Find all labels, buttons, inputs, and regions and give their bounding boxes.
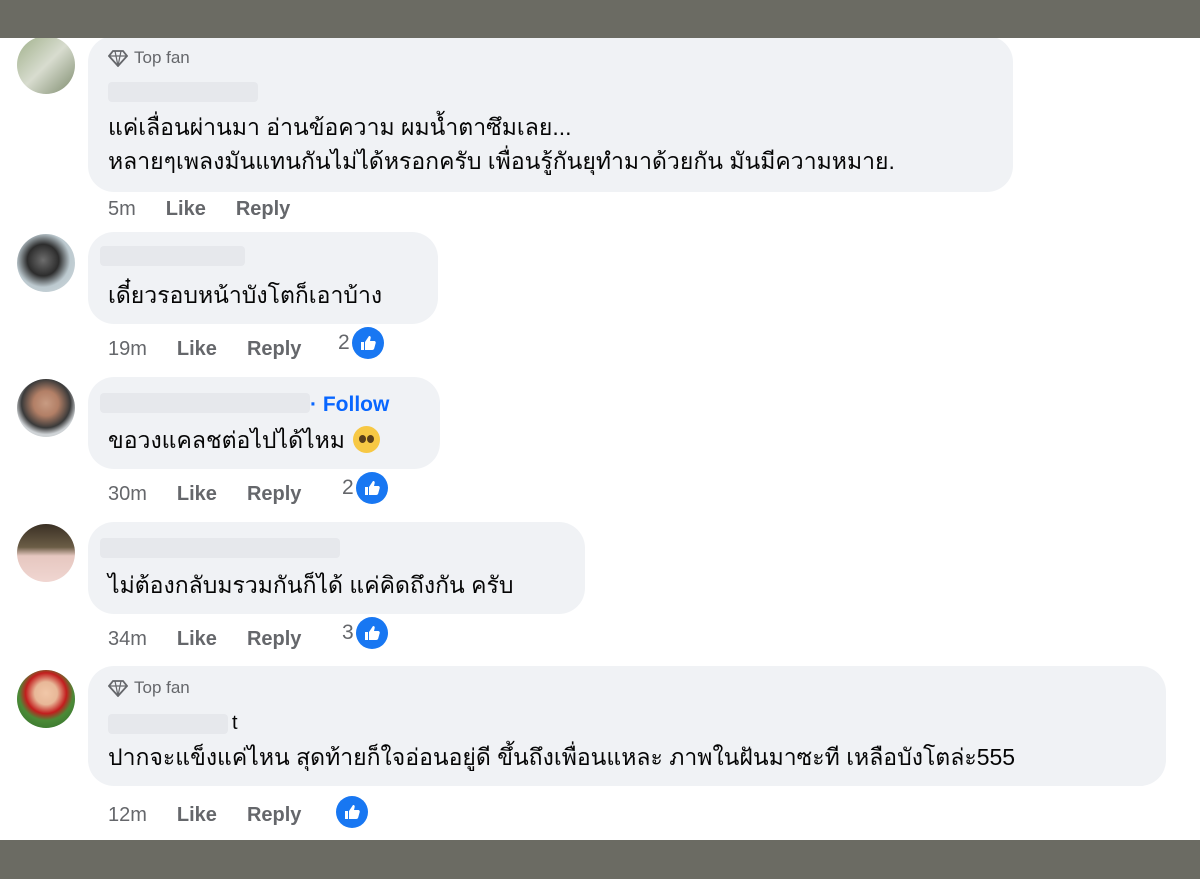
reply-button[interactable]: Reply	[247, 483, 301, 506]
like-button[interactable]: Like	[177, 628, 217, 651]
timestamp[interactable]: 12m	[108, 804, 147, 827]
comment-bubble: Top fan แค่เลื่อนผ่านมา อ่านข้อความ ผมน้…	[88, 38, 1013, 192]
author-name[interactable]	[100, 246, 245, 266]
thumbs-up-icon	[355, 617, 388, 649]
like-button[interactable]: Like	[177, 483, 217, 506]
author-name[interactable]	[108, 714, 228, 734]
comment-text: แค่เลื่อนผ่านมา อ่านข้อความ ผมน้ำตาซึมเล…	[108, 114, 895, 174]
follow-button[interactable]: · Follow	[310, 393, 389, 417]
reply-button[interactable]: Reply	[236, 198, 290, 221]
comment-actions: 19m Like Reply	[108, 334, 301, 364]
timestamp[interactable]: 34m	[108, 628, 147, 651]
comment-bubble: เดี๋ยวรอบหน้าบังโตก็เอาบ้าง	[88, 232, 438, 324]
reaction-count[interactable]: 2	[342, 472, 388, 504]
diamond-icon	[108, 680, 128, 697]
comment-text: ไม่ต้องกลับมรวมกันก็ได้ แค่คิดถึงกัน ครั…	[108, 572, 514, 598]
timestamp[interactable]: 19m	[108, 338, 147, 361]
avatar[interactable]	[17, 379, 75, 437]
diamond-icon	[108, 50, 128, 67]
comment-actions: 34m Like Reply	[108, 624, 301, 654]
avatar[interactable]	[17, 670, 75, 728]
reply-button[interactable]: Reply	[247, 338, 301, 361]
author-name-fragment: t	[232, 712, 238, 734]
reaction-icon[interactable]	[336, 796, 368, 828]
comment-actions: 12m Like Reply	[108, 800, 301, 830]
top-fan-badge: Top fan	[108, 48, 190, 68]
like-button[interactable]: Like	[177, 804, 217, 827]
avatar[interactable]	[17, 234, 75, 292]
avatar[interactable]	[17, 524, 75, 582]
thumbs-up-icon	[336, 796, 368, 828]
comment-bubble: ไม่ต้องกลับมรวมกันก็ได้ แค่คิดถึงกัน ครั…	[88, 522, 585, 614]
comment-actions: 5m Like Reply	[108, 194, 290, 224]
comment-text: เดี๋ยวรอบหน้าบังโตก็เอาบ้าง	[108, 282, 383, 308]
reply-button[interactable]: Reply	[247, 628, 301, 651]
comment-text: ปากจะแข็งแค่ไหน สุดท้ายก็ใจอ่อนอยู่ดี ขึ…	[108, 744, 1016, 770]
author-name[interactable]	[108, 82, 258, 102]
reaction-count[interactable]: 3	[342, 617, 388, 649]
timestamp[interactable]: 5m	[108, 198, 136, 221]
avatar[interactable]	[17, 38, 75, 94]
comment-bubble: · Follow ขอวงแคลชต่อไปได้ไหม	[88, 377, 440, 469]
badge-label: Top fan	[134, 48, 190, 67]
badge-label: Top fan	[134, 678, 190, 697]
thumbs-up-icon	[355, 472, 388, 504]
author-name[interactable]	[100, 538, 340, 558]
like-button[interactable]: Like	[177, 338, 217, 361]
comment-bubble: Top fan t ปากจะแข็งแค่ไหน สุดท้ายก็ใจอ่อ…	[88, 666, 1166, 786]
author-name[interactable]	[100, 393, 310, 413]
pleading-face-icon	[352, 426, 380, 453]
reply-button[interactable]: Reply	[247, 804, 301, 827]
thumbs-up-icon	[351, 327, 384, 359]
comment-thread: Top fan แค่เลื่อนผ่านมา อ่านข้อความ ผมน้…	[0, 38, 1200, 840]
top-fan-badge: Top fan	[108, 678, 190, 698]
comment-text: ขอวงแคลชต่อไปได้ไหม	[108, 423, 380, 457]
like-button[interactable]: Like	[166, 198, 206, 221]
timestamp[interactable]: 30m	[108, 483, 147, 506]
reaction-count[interactable]: 2	[338, 327, 384, 359]
comment-actions: 30m Like Reply	[108, 479, 301, 509]
